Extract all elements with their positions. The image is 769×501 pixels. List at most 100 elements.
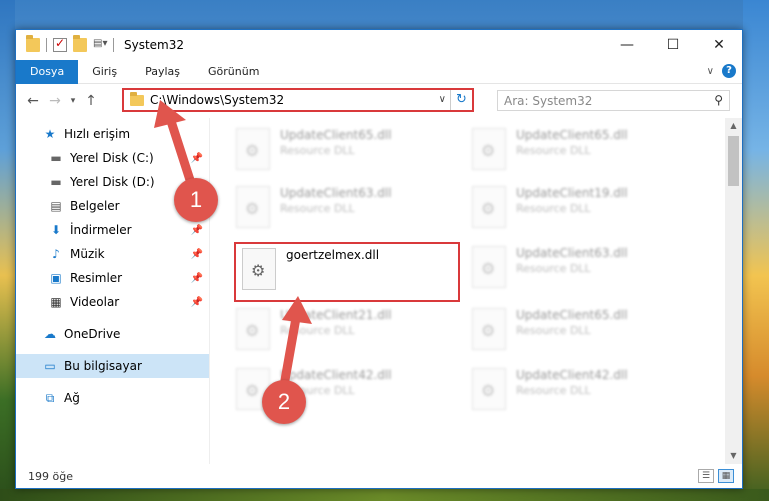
dll-file-icon bbox=[236, 308, 270, 350]
maximize-button[interactable]: ☐ bbox=[650, 30, 696, 60]
file-type: Resource DLL bbox=[280, 202, 355, 215]
file-name: UpdateClient65.dll bbox=[516, 308, 628, 322]
file-name: UpdateClient21.dll bbox=[280, 308, 392, 322]
sidebar-item-local-disk-c[interactable]: ▬ Yerel Disk (C:) 📌 bbox=[16, 146, 209, 170]
new-folder-icon[interactable] bbox=[73, 35, 87, 52]
up-button[interactable]: ↑ bbox=[80, 93, 102, 109]
vertical-scrollbar[interactable]: ▲ ▼ bbox=[725, 118, 742, 464]
dll-file-icon bbox=[236, 128, 270, 170]
video-icon: ▦ bbox=[50, 295, 62, 309]
navigation-pane: ★ Hızlı erişim ▬ Yerel Disk (C:) 📌 ▬ Yer… bbox=[16, 118, 210, 464]
close-button[interactable]: ✕ bbox=[696, 30, 742, 60]
music-icon: ♪ bbox=[52, 247, 60, 261]
minimize-button[interactable]: — bbox=[604, 30, 650, 60]
recent-locations-icon[interactable]: ▾ bbox=[66, 96, 80, 106]
large-icons-view-icon[interactable]: ▦ bbox=[718, 469, 734, 483]
file-name: UpdateClient65.dll bbox=[280, 128, 392, 142]
dll-file-icon bbox=[472, 368, 506, 410]
dll-file-icon bbox=[472, 308, 506, 350]
file-item[interactable]: UpdateClient63.dll Resource DLL bbox=[230, 182, 450, 236]
sidebar-item-network[interactable]: ⧉ Ağ bbox=[16, 386, 209, 410]
scroll-up-icon[interactable]: ▲ bbox=[725, 118, 742, 134]
sidebar-item-downloads[interactable]: ⬇ İndirmeler 📌 bbox=[16, 218, 209, 242]
back-button[interactable]: ← bbox=[22, 93, 44, 109]
file-item[interactable]: UpdateClient65.dll Resource DLL bbox=[466, 304, 686, 358]
properties-icon[interactable] bbox=[53, 36, 67, 52]
dll-file-icon bbox=[236, 186, 270, 228]
file-name: UpdateClient19.dll bbox=[516, 186, 628, 200]
pin-icon: 📌 bbox=[190, 296, 203, 308]
file-type: Resource DLL bbox=[516, 202, 591, 215]
file-item[interactable]: UpdateClient21.dll Resource DLL bbox=[230, 304, 450, 358]
window-title: System32 bbox=[124, 38, 185, 52]
search-icon[interactable]: ⚲ bbox=[714, 93, 723, 107]
drive-icon: ▬ bbox=[50, 175, 62, 189]
search-placeholder: Ara: System32 bbox=[504, 93, 593, 108]
folder-icon bbox=[26, 35, 40, 52]
sidebar-item-label: Videolar bbox=[70, 295, 120, 309]
scrollbar-thumb[interactable] bbox=[728, 136, 739, 186]
dll-file-icon bbox=[472, 128, 506, 170]
sidebar-item-label: İndirmeler bbox=[70, 223, 132, 237]
sidebar-item-label: Ağ bbox=[64, 391, 80, 405]
window-controls: — ☐ ✕ bbox=[604, 30, 742, 60]
tab-home[interactable]: Giriş bbox=[78, 60, 131, 84]
sidebar-item-label: Belgeler bbox=[70, 199, 120, 213]
status-bar: 199 öğe ☰ ▦ bbox=[16, 464, 742, 488]
network-icon: ⧉ bbox=[45, 391, 55, 405]
desktop-background-left bbox=[0, 0, 15, 501]
file-item[interactable]: UpdateClient65.dll Resource DLL bbox=[230, 124, 450, 178]
help-icon[interactable]: ? bbox=[722, 64, 736, 78]
pin-icon: 📌 bbox=[190, 152, 203, 164]
quick-access-toolbar: ▤▾ bbox=[16, 35, 114, 52]
sidebar-item-label: Resimler bbox=[70, 271, 123, 285]
desktop-background-right bbox=[743, 0, 769, 501]
pin-icon: 📌 bbox=[190, 248, 203, 260]
file-type: Resource DLL bbox=[280, 324, 355, 337]
pin-icon: 📌 bbox=[190, 272, 203, 284]
sidebar-item-label: OneDrive bbox=[64, 327, 121, 341]
desktop-background-bottom bbox=[0, 489, 769, 501]
sidebar-item-music[interactable]: ♪ Müzik 📌 bbox=[16, 242, 209, 266]
details-view-icon[interactable]: ☰ bbox=[698, 469, 714, 483]
file-name: UpdateClient65.dll bbox=[516, 128, 628, 142]
dll-file-icon bbox=[472, 246, 506, 288]
search-input[interactable]: Ara: System32 ⚲ bbox=[497, 90, 730, 111]
callout-2: 2 bbox=[262, 380, 306, 424]
address-bar[interactable]: C:\Windows\System32 ∨ ↻ bbox=[122, 88, 474, 112]
tab-share[interactable]: Paylaş bbox=[131, 60, 194, 84]
sidebar-item-videos[interactable]: ▦ Videolar 📌 bbox=[16, 290, 209, 314]
address-path: C:\Windows\System32 bbox=[150, 93, 285, 107]
file-item-goertzelmex[interactable]: goertzelmex.dll bbox=[234, 242, 460, 302]
sidebar-item-this-pc[interactable]: ▭ Bu bilgisayar bbox=[16, 354, 209, 378]
sidebar-item-label: Yerel Disk (D:) bbox=[70, 175, 155, 189]
explorer-window: ▤▾ System32 — ☐ ✕ Dosya Giriş Paylaş Gör… bbox=[15, 29, 743, 489]
pin-icon: 📌 bbox=[190, 224, 203, 236]
expand-ribbon-icon[interactable]: ∨ bbox=[707, 66, 714, 77]
file-item[interactable]: UpdateClient63.dll Resource DLL bbox=[466, 242, 686, 296]
sidebar-item-onedrive[interactable]: ☁ OneDrive bbox=[16, 322, 209, 346]
dll-file-icon bbox=[242, 248, 276, 290]
file-name: UpdateClient42.dll bbox=[516, 368, 628, 382]
sidebar-item-label: Hızlı erişim bbox=[64, 127, 131, 141]
sidebar-item-pictures[interactable]: ▣ Resimler 📌 bbox=[16, 266, 209, 290]
file-name: UpdateClient63.dll bbox=[516, 246, 628, 260]
tab-view[interactable]: Görünüm bbox=[194, 60, 273, 84]
file-item[interactable]: UpdateClient65.dll Resource DLL bbox=[466, 124, 686, 178]
sidebar-item-quick-access[interactable]: ★ Hızlı erişim bbox=[16, 122, 209, 146]
customize-toolbar-icon[interactable]: ▤▾ bbox=[93, 38, 107, 52]
refresh-button[interactable]: ↻ bbox=[450, 90, 472, 110]
chevron-down-icon[interactable]: ∨ bbox=[439, 94, 446, 105]
scroll-down-icon[interactable]: ▼ bbox=[725, 448, 742, 464]
file-item[interactable]: UpdateClient19.dll Resource DLL bbox=[466, 182, 686, 236]
file-type: Resource DLL bbox=[516, 262, 591, 275]
separator bbox=[46, 38, 47, 52]
tab-file[interactable]: Dosya bbox=[16, 59, 79, 84]
star-icon: ★ bbox=[44, 127, 56, 141]
ribbon-tabs: Dosya Giriş Paylaş Görünüm ∨ ? bbox=[16, 59, 742, 84]
file-item[interactable]: UpdateClient42.dll Resource DLL bbox=[466, 364, 686, 418]
forward-button[interactable]: → bbox=[44, 93, 66, 109]
dll-file-icon bbox=[472, 186, 506, 228]
navigation-bar: ← → ▾ ↑ C:\Windows\System32 ∨ ↻ Ara: Sys… bbox=[16, 84, 742, 118]
file-type: Resource DLL bbox=[516, 384, 591, 397]
